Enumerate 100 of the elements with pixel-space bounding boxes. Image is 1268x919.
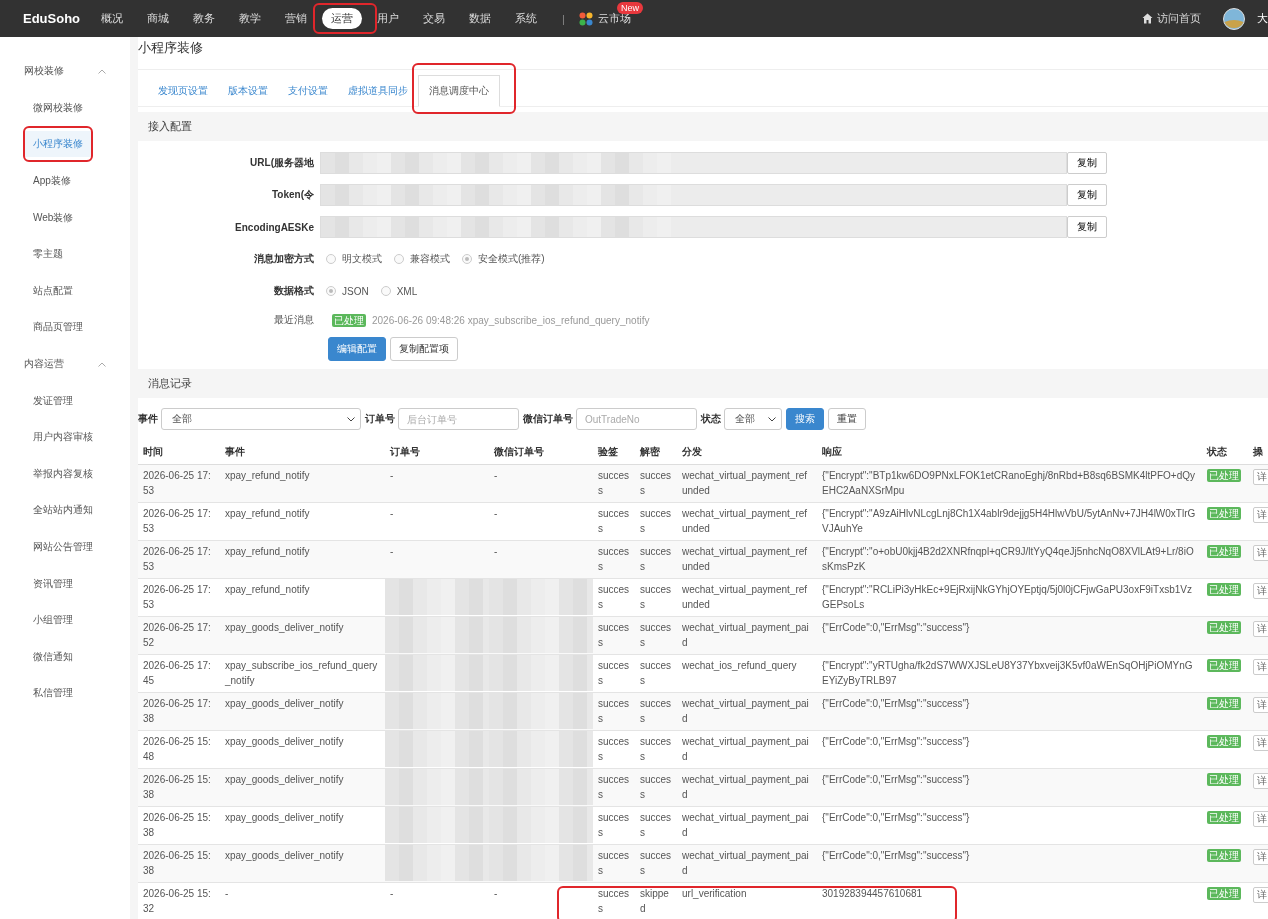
sidebar-item[interactable]: 零主题 (25, 241, 71, 268)
sidebar-item[interactable]: 微网校装修 (25, 94, 91, 121)
radio-label: JSON (342, 285, 369, 297)
detail-button[interactable]: 详 (1253, 735, 1268, 751)
input-field[interactable]: 后台订单号 (398, 408, 519, 430)
sidebar-item[interactable]: 小组管理 (25, 607, 81, 634)
market-link[interactable]: 云市场 (597, 11, 631, 26)
status-badge: 已处理 (1207, 697, 1241, 710)
sidebar-item[interactable]: 商品页管理 (25, 314, 91, 341)
column-header: 事件 (220, 440, 385, 465)
table-cell: - (385, 882, 489, 919)
copy-button[interactable]: 复制 (1067, 152, 1107, 174)
sidebar-group[interactable]: 网校装修 (0, 53, 130, 90)
nav-item[interactable]: 用户 (368, 8, 409, 29)
status-badge: 已处理 (1207, 545, 1241, 558)
radio-button[interactable] (326, 254, 336, 264)
detail-button[interactable]: 详 (1253, 621, 1268, 637)
table-cell: xpay_goods_deliver_notify (220, 616, 385, 655)
detail-button[interactable]: 详 (1253, 545, 1268, 561)
input-field[interactable] (320, 184, 1067, 206)
sidebar-item[interactable]: 站点配置 (25, 277, 81, 304)
sidebar-item[interactable]: App装修 (25, 168, 79, 195)
sidebar-item[interactable]: Web装修 (25, 204, 82, 231)
radio-label: XML (396, 285, 418, 297)
avatar[interactable] (1223, 7, 1245, 30)
column-header: 时间 (138, 440, 220, 465)
detail-button[interactable]: 详 (1253, 469, 1268, 485)
nav-item[interactable]: 数据 (460, 8, 501, 29)
nav-item[interactable]: 系统 (506, 8, 547, 29)
nav-item[interactable]: 教务 (184, 8, 225, 29)
nav-item[interactable]: 教学 (230, 8, 271, 29)
detail-button[interactable]: 详 (1253, 773, 1268, 789)
nav-item[interactable]: 运营 (322, 8, 363, 29)
logo[interactable]: EduSoho (23, 11, 81, 26)
copy-button[interactable]: 复制 (1067, 216, 1107, 238)
detail-button[interactable]: 详 (1253, 697, 1268, 713)
select-field[interactable]: 全部 (161, 408, 361, 430)
action-button[interactable]: 复制配置项 (390, 337, 458, 361)
sidebar-group[interactable]: 内容运营 (0, 345, 130, 383)
table-cell: 2026-06-25 15:38 (138, 844, 220, 883)
caret-icon (347, 416, 355, 422)
nav-item[interactable]: 交易 (414, 8, 455, 29)
radio-button[interactable] (326, 286, 336, 296)
apps-icon (578, 11, 593, 26)
table-cell: success (635, 692, 677, 731)
user-name[interactable]: 大 (1257, 11, 1268, 26)
column-header: 响应 (817, 440, 1202, 465)
chevron-icon (98, 68, 106, 74)
detail-button[interactable]: 详 (1253, 583, 1268, 599)
nav-item[interactable]: 概况 (92, 8, 133, 29)
radio-button[interactable] (394, 254, 404, 264)
sidebar-item[interactable]: 发证管理 (25, 387, 81, 414)
sidebar-item[interactable]: 用户内容审核 (25, 424, 101, 451)
radio-button[interactable] (380, 286, 391, 296)
table-cell: success (635, 768, 677, 807)
detail-button[interactable]: 详 (1253, 507, 1268, 523)
table-cell: success (593, 464, 635, 503)
filter-button[interactable]: 重置 (828, 408, 866, 430)
input-field[interactable]: OutTradeNo (576, 408, 697, 430)
table-cell: success (635, 540, 677, 579)
caret-icon (768, 416, 776, 422)
home-link[interactable]: 访问首页 (1157, 11, 1201, 26)
input-field[interactable] (320, 216, 1067, 238)
input-field[interactable] (320, 152, 1067, 174)
status-badge: 已处理 (1207, 659, 1241, 672)
sidebar-item[interactable]: 全站站内通知 (25, 497, 101, 524)
table-cell: 2026-06-25 15:38 (138, 768, 220, 807)
field-label: 消息加密方式 (253, 252, 315, 266)
sidebar-item[interactable]: 私信管理 (25, 680, 81, 707)
field-label: Token(令 (270, 188, 315, 202)
table-cell: {"Encrypt":"o+obU0kjj4B2d2XNRfnqpl+qCR9J/ltYyQ4qeJj5nhcNqO8XVlLAt9+Lr/8iOsKmsPzK (817, 540, 1202, 579)
tab[interactable]: 发现页设置 (148, 76, 218, 106)
table-cell: xpay_goods_deliver_notify (220, 692, 385, 731)
sidebar-item[interactable]: 网站公告管理 (25, 534, 101, 560)
table-cell: {"ErrCode":0,"ErrMsg":"success"} (817, 616, 1202, 655)
tab[interactable]: 版本设置 (218, 76, 278, 106)
sidebar-item[interactable]: 微信通知 (25, 643, 81, 670)
detail-button[interactable]: 详 (1253, 887, 1268, 903)
table-cell: success (593, 616, 635, 655)
detail-button[interactable]: 详 (1253, 849, 1268, 865)
sidebar-item[interactable]: 资讯管理 (25, 570, 81, 597)
sidebar-item[interactable]: 小程序装修 (25, 131, 91, 158)
detail-button[interactable]: 详 (1253, 811, 1268, 827)
tab[interactable]: 支付设置 (278, 76, 338, 106)
action-button[interactable]: 编辑配置 (328, 337, 386, 361)
status-badge: 已处理 (1207, 507, 1241, 520)
sidebar-item[interactable]: 举报内容复核 (25, 460, 101, 487)
select-field[interactable]: 全部 (724, 408, 782, 430)
tab[interactable]: 虚拟道具同步 (338, 76, 418, 106)
detail-button[interactable]: 详 (1253, 659, 1268, 675)
filter-button[interactable]: 搜索 (786, 408, 824, 430)
copy-button[interactable]: 复制 (1067, 184, 1107, 206)
table-cell: - (385, 464, 489, 503)
tab[interactable]: 消息调度中心 (418, 75, 500, 107)
table-cell: success (635, 616, 677, 655)
nav-item[interactable]: 商城 (138, 8, 179, 29)
radio-button[interactable] (462, 254, 472, 264)
table-cell: xpay_refund_notify (220, 464, 385, 503)
filter-label: 事件 (138, 412, 158, 426)
nav-item[interactable]: 营销 (276, 8, 317, 29)
